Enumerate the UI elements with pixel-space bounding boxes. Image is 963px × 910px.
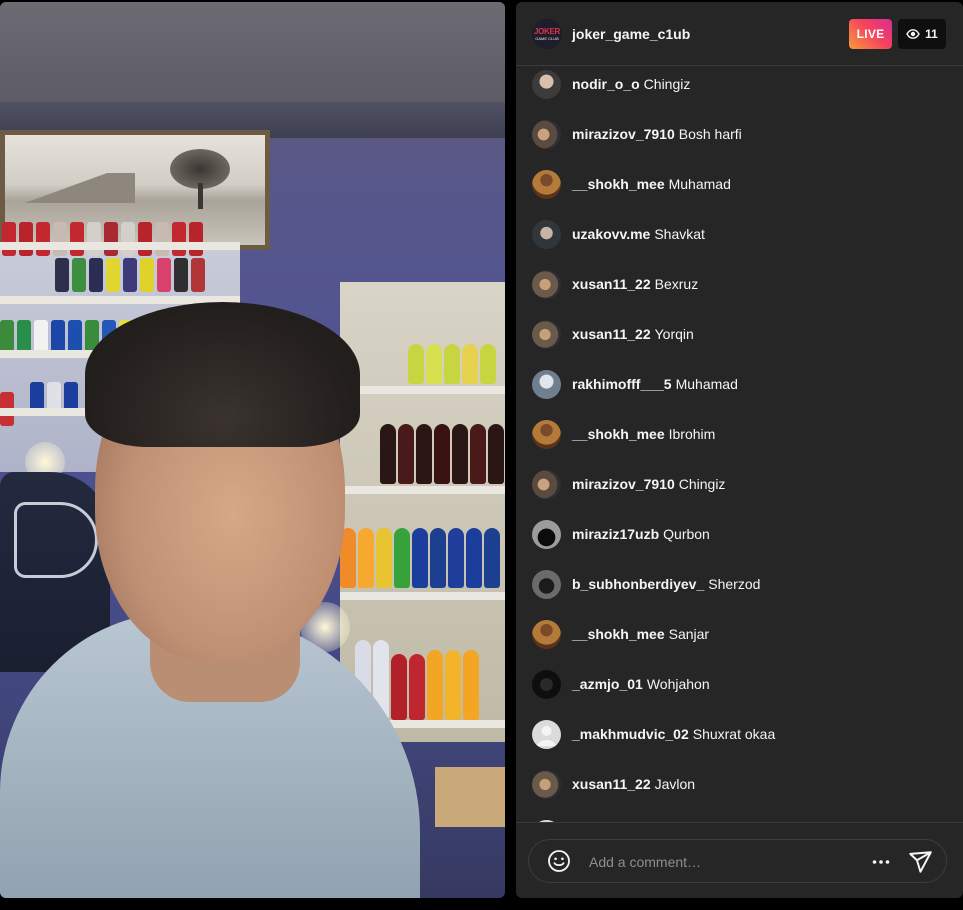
live-side-panel: JOKER GAME CLUB joker_game_c1ub LIVE 11 … <box>516 2 963 898</box>
comment-message: Sherzod <box>708 576 761 592</box>
comment-text: rakhimofff___5 Muhamad <box>572 376 738 392</box>
comment-text: __shokh_mee Muhamad <box>572 176 731 192</box>
comment-text: mirazizov_7910 Chingiz <box>572 476 725 492</box>
comment-text: xusan11_22 Javlon <box>572 776 695 792</box>
comment-composer <box>516 822 963 898</box>
comment-row[interactable]: xusan11_22 Bexruz <box>516 264 963 304</box>
comment-username[interactable]: _azmjo_01 <box>572 676 643 692</box>
comment-message: Muhamad <box>675 376 738 392</box>
comment-username[interactable]: __shokh_mee <box>572 176 665 192</box>
comment-message: Qurbon <box>663 526 710 542</box>
commenter-avatar[interactable] <box>532 219 561 249</box>
comment-text: __shokh_mee Sanjar <box>572 626 709 642</box>
commenter-avatar[interactable] <box>532 319 561 349</box>
video-box <box>435 767 505 827</box>
comment-row[interactable]: _makhmudvic_02 Shuxrat okaa <box>516 714 963 754</box>
comment-row[interactable]: __shokh_mee Muhamad <box>516 164 963 204</box>
viewer-count: 11 <box>925 27 938 41</box>
comment-username[interactable]: nodir_o_o <box>572 76 640 92</box>
smiley-icon[interactable] <box>547 849 571 873</box>
comment-username[interactable]: uzakovv.me <box>572 226 650 242</box>
comment-message: Chingiz <box>643 76 691 92</box>
comment-message: Yorqin <box>654 326 694 342</box>
comment-message: Chingiz <box>678 476 726 492</box>
host-avatar[interactable]: JOKER GAME CLUB <box>532 19 562 49</box>
comment-row-partial <box>516 814 963 822</box>
comment-row[interactable]: uzakovv.me Shavkat <box>516 214 963 254</box>
comment-text: mirazizov_7910 Bosh harfi <box>572 126 742 142</box>
comment-username[interactable]: mirazizov_7910 <box>572 476 675 492</box>
eye-icon <box>906 29 920 39</box>
commenter-avatar[interactable] <box>532 569 561 599</box>
comment-text: _makhmudvic_02 Shuxrat okaa <box>572 726 775 742</box>
video-ceiling <box>0 2 505 102</box>
comment-username[interactable]: miraziz17uzb <box>572 526 659 542</box>
comment-username[interactable]: xusan11_22 <box>572 776 651 792</box>
live-video[interactable] <box>0 2 505 898</box>
comment-text: _azmjo_01 Wohjahon <box>572 676 710 692</box>
host-avatar-logo-bottom: GAME CLUB <box>535 35 559 41</box>
comment-username[interactable]: __shokh_mee <box>572 426 665 442</box>
comment-text: miraziz17uzb Qurbon <box>572 526 710 542</box>
comment-text: nodir_o_o Chingiz <box>572 76 690 92</box>
live-header: JOKER GAME CLUB joker_game_c1ub LIVE 11 <box>516 2 963 66</box>
comment-row[interactable]: rakhimofff___5 Muhamad <box>516 364 963 404</box>
comment-message: Muhamad <box>668 176 731 192</box>
comment-row[interactable]: mirazizov_7910 Chingiz <box>516 464 963 504</box>
comment-message: Shavkat <box>654 226 705 242</box>
comment-message: Wohjahon <box>646 676 710 692</box>
send-icon[interactable] <box>907 849 933 875</box>
comment-username[interactable]: mirazizov_7910 <box>572 126 675 142</box>
comment-row[interactable]: xusan11_22 Javlon <box>516 764 963 804</box>
commenter-avatar[interactable] <box>532 519 561 549</box>
comment-username[interactable]: rakhimofff___5 <box>572 376 672 392</box>
comment-message: Ibrohim <box>668 426 716 442</box>
comment-text: __shokh_mee Ibrohim <box>572 426 715 442</box>
host-avatar-logo-top: JOKER <box>533 26 561 36</box>
comment-message: Bosh harfi <box>678 126 742 142</box>
comment-message: Bexruz <box>654 276 699 292</box>
live-badge: LIVE <box>849 19 892 49</box>
comment-username[interactable]: xusan11_22 <box>572 326 651 342</box>
comment-message: Javlon <box>654 776 696 792</box>
comment-username[interactable]: _makhmudvic_02 <box>572 726 689 742</box>
comment-username[interactable]: b_subhonberdiyev_ <box>572 576 704 592</box>
host-username[interactable]: joker_game_c1ub <box>572 26 690 42</box>
comment-text: xusan11_22 Yorqin <box>572 326 694 342</box>
comment-box <box>528 839 947 883</box>
commenter-avatar[interactable] <box>532 419 561 449</box>
comment-row[interactable]: nodir_o_o Chingiz <box>516 66 963 104</box>
commenter-avatar[interactable] <box>532 469 561 499</box>
comment-row[interactable]: __shokh_mee Sanjar <box>516 614 963 654</box>
more-options-icon[interactable] <box>869 850 893 874</box>
comment-text: uzakovv.me Shavkat <box>572 226 705 242</box>
commenter-avatar[interactable] <box>532 369 561 399</box>
commenter-avatar[interactable] <box>532 69 561 99</box>
video-person-hair <box>85 302 360 447</box>
comment-row[interactable]: xusan11_22 Yorqin <box>516 314 963 354</box>
comment-row[interactable]: mirazizov_7910 Bosh harfi <box>516 114 963 154</box>
comment-row[interactable]: miraziz17uzb Qurbon <box>516 514 963 554</box>
comment-row[interactable]: __shokh_mee Ibrohim <box>516 414 963 454</box>
comment-text: xusan11_22 Bexruz <box>572 276 698 292</box>
comment-row[interactable]: _azmjo_01 Wohjahon <box>516 664 963 704</box>
commenter-avatar[interactable] <box>532 719 561 749</box>
viewer-count-badge[interactable]: 11 <box>898 19 946 49</box>
comment-input[interactable] <box>587 850 851 874</box>
commenter-avatar[interactable] <box>532 669 561 699</box>
comment-text: b_subhonberdiyev_ Sherzod <box>572 576 760 592</box>
comment-message: Sanjar <box>668 626 710 642</box>
comment-row[interactable]: b_subhonberdiyev_ Sherzod <box>516 564 963 604</box>
comments-list[interactable]: nodir_o_o Chingiz mirazizov_7910 Bosh harfi… <box>516 66 963 822</box>
commenter-avatar[interactable] <box>532 769 561 799</box>
comment-username[interactable]: xusan11_22 <box>572 276 651 292</box>
commenter-avatar[interactable] <box>532 119 561 149</box>
commenter-avatar[interactable] <box>532 169 561 199</box>
commenter-avatar[interactable] <box>532 619 561 649</box>
comment-message: Shuxrat okaa <box>692 726 776 742</box>
commenter-avatar[interactable] <box>532 269 561 299</box>
video-shelf-right <box>340 282 505 742</box>
comment-username[interactable]: __shokh_mee <box>572 626 665 642</box>
